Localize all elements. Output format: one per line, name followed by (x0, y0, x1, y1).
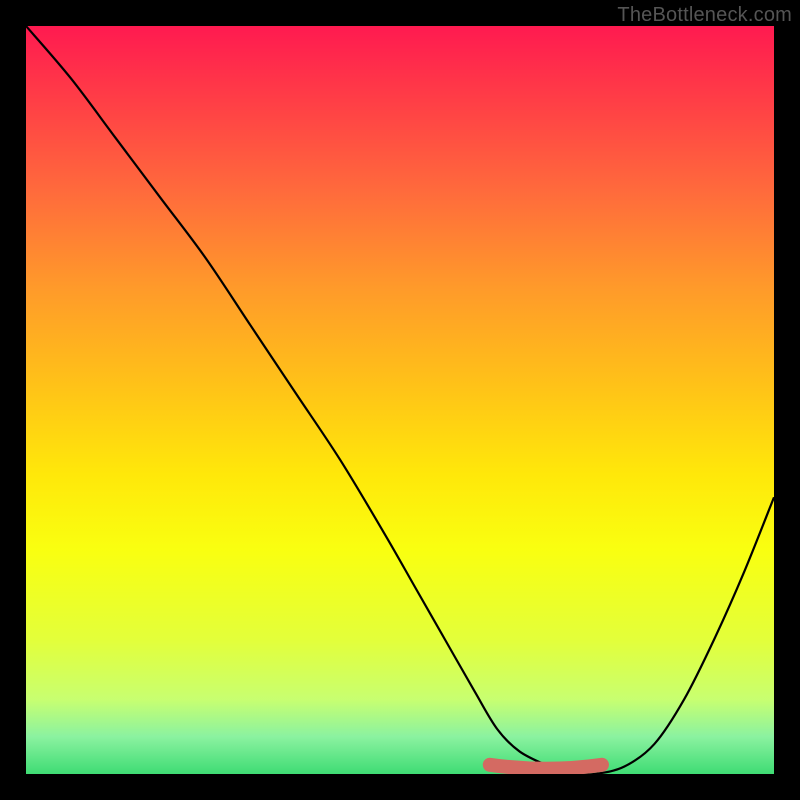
bottleneck-curve-path (26, 26, 774, 774)
watermark-text: TheBottleneck.com (617, 4, 792, 27)
chart-svg-layer (26, 26, 774, 774)
bottleneck-highlight-segment (490, 765, 602, 769)
chart-plot-area (26, 26, 774, 774)
